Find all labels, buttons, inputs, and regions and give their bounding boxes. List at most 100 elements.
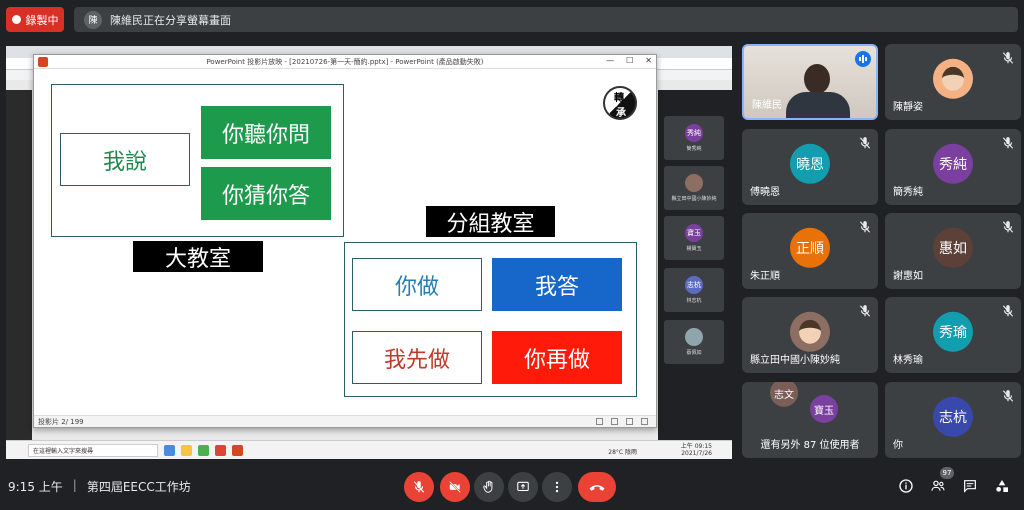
box-i-answer: 我答	[492, 258, 622, 311]
mini-avatar	[685, 328, 703, 346]
participant-avatar: 秀純	[933, 143, 973, 184]
mini-avatar	[685, 174, 703, 192]
speaking-indicator-icon	[855, 51, 871, 67]
participant-tile[interactable]: 曉恩 傅曉恩	[742, 129, 878, 205]
taskview-icon[interactable]	[164, 444, 175, 456]
others-avatar-a: 志文	[770, 382, 798, 407]
participant-name: 還有另外 87 位使用者	[760, 440, 860, 451]
screen-share-banner: 陳 陳維民正在分享螢幕畫面	[74, 7, 1018, 32]
shared-left-panel	[6, 90, 32, 459]
meet-window: 錄製中 陳 陳維民正在分享螢幕畫面 秀純 簡秀純 縣立田中國小陳妙純 寶玉 楊寶玉 志杭林…	[0, 0, 1024, 510]
box-you-listen-ask: 你聽你問	[201, 106, 331, 159]
powerpoint-taskbar-icon[interactable]	[232, 444, 243, 456]
shared-meet-strip: 秀純 簡秀純 縣立田中國小陳妙純 寶玉 楊寶玉 志杭 林志杭 蔡佩如	[658, 90, 732, 459]
shared-mini-tile: 志杭 林志杭	[664, 268, 724, 312]
ppt-view-icons	[596, 418, 648, 425]
slide-canvas: 我說 你聽你問 你猜你答 大教室 分組教室 你做 我答 我先做 你再做 轉 承	[34, 69, 656, 415]
slide-counter: 投影片 2/ 199	[38, 417, 84, 426]
powerpoint-icon	[38, 57, 48, 67]
powerpoint-window: PowerPoint 投影片放映 - [20210726-第一天-簡約.pptx…	[33, 54, 657, 428]
mini-name: 蔡佩如	[686, 350, 702, 356]
meeting-details-button[interactable]	[896, 476, 916, 496]
more-vert-icon	[555, 481, 559, 493]
camera-toggle-button[interactable]	[440, 472, 470, 502]
share-banner-text: 陳維民正在分享螢幕畫面	[110, 13, 231, 27]
shared-mini-tile: 寶玉 楊寶玉	[664, 216, 724, 260]
mic-off-icon	[1001, 388, 1015, 402]
participant-avatar: 惠如	[933, 227, 973, 268]
current-time: 9:15 上午	[8, 480, 63, 494]
people-icon	[931, 480, 945, 491]
box-i-say: 我說	[60, 133, 190, 186]
participant-tile[interactable]: 正順 朱正順	[742, 213, 878, 289]
mini-avatar: 秀純	[685, 124, 703, 142]
participant-tile[interactable]: 秀瑜 林秀瑜	[885, 297, 1021, 373]
mini-avatar: 寶玉	[685, 224, 703, 242]
mic-off-icon	[1001, 50, 1015, 64]
mini-name: 楊寶玉	[686, 246, 702, 252]
view-slideshow-icon[interactable]	[641, 418, 648, 425]
view-normal-icon[interactable]	[596, 418, 603, 425]
recording-label: 錄製中	[25, 13, 59, 27]
camera-off-icon	[449, 481, 461, 493]
mic-off-icon	[1001, 135, 1015, 149]
participant-name: 謝惠如	[893, 271, 923, 282]
participant-name: 縣立田中國小陳妙純	[750, 355, 840, 366]
leave-call-button[interactable]	[578, 472, 616, 502]
people-button[interactable]	[928, 476, 948, 496]
participant-tile[interactable]: 志文 寶玉還有另外 87 位使用者	[742, 382, 878, 458]
participant-tile[interactable]: 惠如 謝惠如	[885, 213, 1021, 289]
box-you-guess-answer: 你猜你答	[201, 167, 331, 220]
shared-mini-tile: 蔡佩如	[664, 320, 724, 364]
participant-name: 簡秀純	[893, 187, 923, 198]
view-sorter-icon[interactable]	[611, 418, 618, 425]
participant-avatar: 秀瑜	[933, 311, 973, 352]
mic-off-icon	[413, 481, 425, 493]
present-screen-icon	[517, 481, 529, 492]
participant-avatar: 正順	[790, 227, 830, 268]
present-button[interactable]	[508, 472, 538, 502]
hand-icon	[483, 480, 493, 493]
meeting-title: 第四屆EECC工作坊	[86, 480, 191, 494]
ppt-window-controls: — ☐ ✕	[606, 56, 652, 65]
taskbar-search[interactable]: 在這裡輸入文字來搜尋	[28, 443, 158, 457]
participant-tile[interactable]: 秀純 簡秀純	[885, 129, 1021, 205]
participant-tile[interactable]: 陳維民	[742, 44, 878, 120]
info-divider: |	[72, 478, 77, 492]
activities-shapes-icon	[996, 480, 1008, 492]
presenter-avatar: 陳	[84, 10, 102, 29]
ppt-statusbar: 投影片 2/ 199	[34, 415, 656, 427]
participant-tile[interactable]: 陳靜姿	[885, 44, 1021, 120]
close-icon[interactable]: ✕	[645, 56, 652, 65]
chat-icon	[964, 480, 976, 493]
file-explorer-icon[interactable]	[181, 444, 192, 456]
weather-text: 28°C 陰雨	[608, 449, 637, 456]
mic-off-icon	[858, 135, 872, 149]
activities-button[interactable]	[992, 476, 1012, 496]
participant-tile[interactable]: 縣立田中國小陳妙純	[742, 297, 878, 373]
ppt-title: PowerPoint 投影片放映 - [20210726-第一天-簡約.pptx…	[206, 57, 484, 66]
maximize-icon[interactable]: ☐	[626, 56, 633, 65]
participant-avatar: 曉恩	[790, 143, 830, 184]
mic-off-icon	[858, 303, 872, 317]
raise-hand-button[interactable]	[474, 472, 504, 502]
chat-button[interactable]	[960, 476, 980, 496]
mini-name: 林志杭	[686, 298, 702, 304]
mic-off-icon	[858, 219, 872, 233]
recording-badge[interactable]: 錄製中	[6, 7, 64, 32]
mic-toggle-button[interactable]	[404, 472, 434, 502]
participant-name: 你	[893, 440, 903, 451]
minimize-icon[interactable]: —	[606, 56, 614, 65]
chrome-icon[interactable]	[215, 444, 226, 456]
more-options-button[interactable]	[542, 472, 572, 502]
ppt-titlebar: PowerPoint 投影片放映 - [20210726-第一天-簡約.pptx…	[34, 55, 656, 69]
shared-screen: 秀純 簡秀純 縣立田中國小陳妙純 寶玉 楊寶玉 志杭 林志杭 蔡佩如 PowerPoint 投…	[6, 46, 732, 459]
others-avatar-b: 寶玉	[810, 395, 838, 423]
taskbar-clock: 上午 09:15 2021/7/26	[680, 443, 712, 457]
box-i-do-first: 我先做	[352, 331, 482, 384]
participant-tile[interactable]: 志杭你	[885, 382, 1021, 458]
participant-avatar	[790, 311, 830, 352]
line-icon[interactable]	[198, 444, 209, 456]
meeting-info: 9:15 上午 | 第四屆EECC工作坊	[8, 478, 191, 495]
view-reading-icon[interactable]	[626, 418, 633, 425]
